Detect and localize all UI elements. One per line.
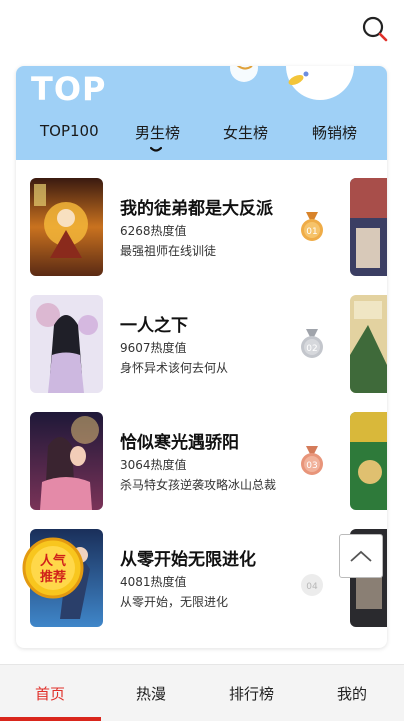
- comic-description: 最强祖师在线训徒: [120, 244, 217, 258]
- rank-circle-icon: 04: [301, 574, 323, 596]
- rank-number: 02: [306, 344, 317, 354]
- nav-mine[interactable]: 我的: [337, 683, 367, 704]
- heat-value: 3064热度值: [120, 458, 187, 472]
- next-cover-preview[interactable]: [350, 295, 387, 393]
- search-button[interactable]: [360, 14, 390, 44]
- badge-line1: 人气: [40, 553, 66, 569]
- popular-recommend-badge: 人气 推荐: [22, 537, 84, 599]
- next-cover-preview[interactable]: [350, 412, 387, 510]
- comic-cover[interactable]: [30, 412, 103, 510]
- comic-title: 一人之下: [120, 316, 188, 336]
- bronze-medal-icon: 03: [301, 446, 323, 475]
- badge-line2: 推荐: [40, 569, 66, 585]
- next-cover-preview[interactable]: [350, 178, 387, 276]
- list-item[interactable]: 一人之下 9607热度值 身怀异术该何去何从 02: [16, 277, 387, 394]
- nav-home[interactable]: 首页: [35, 683, 65, 704]
- heat-value: 6268热度值: [120, 224, 187, 238]
- tab-male[interactable]: 男生榜: [135, 122, 180, 143]
- comic-description: 身怀异术该何去何从: [120, 361, 229, 375]
- comic-title: 我的徒弟都是大反派: [120, 199, 273, 219]
- ranking-tabs: TOP100 男生榜 女生榜 畅销榜: [16, 118, 387, 160]
- comic-cover[interactable]: [30, 295, 103, 393]
- rank-number: 04: [306, 582, 318, 592]
- rank-number: 03: [306, 461, 317, 471]
- banner-title: TOP: [31, 70, 107, 108]
- scroll-to-top-button[interactable]: [339, 534, 383, 578]
- tab-bestseller[interactable]: 畅销榜: [312, 122, 357, 143]
- active-nav-indicator: [0, 717, 101, 721]
- ranking-card: TOP TOP100 男生榜 女生榜 畅销榜 我的徒弟都是大反派 6268热度值…: [16, 66, 387, 648]
- comic-cover[interactable]: [30, 178, 103, 276]
- bottom-navigation: 首页 热漫 排行榜 我的: [0, 664, 404, 721]
- chevron-up-icon: [350, 550, 372, 562]
- heat-value: 4081热度值: [120, 575, 187, 589]
- list-item[interactable]: 恰似寒光遇骄阳 3064热度值 杀马特女孩逆袭攻略冰山总裁 03: [16, 394, 387, 511]
- comic-title: 恰似寒光遇骄阳: [120, 433, 239, 453]
- tab-female[interactable]: 女生榜: [223, 122, 268, 143]
- nav-hot[interactable]: 热漫: [136, 683, 166, 704]
- search-icon: [362, 16, 388, 42]
- list-item[interactable]: 我的徒弟都是大反派 6268热度值 最强祖师在线训徒 01: [16, 160, 387, 277]
- selected-tab-indicator: [150, 146, 162, 152]
- comic-description: 杀马特女孩逆袭攻略冰山总裁: [120, 478, 277, 492]
- tab-top100[interactable]: TOP100: [40, 122, 99, 140]
- banner-decoration: [230, 66, 354, 100]
- comic-title: 从零开始无限进化: [120, 550, 256, 570]
- rank-number: 01: [306, 227, 317, 237]
- ranking-banner: TOP TOP100 男生榜 女生榜 畅销榜: [16, 66, 387, 160]
- heat-value: 9607热度值: [120, 341, 187, 355]
- comic-description: 从零开始，无限进化: [120, 595, 229, 609]
- list-item[interactable]: 人气 推荐 从零开始无限进化 4081热度值 从零开始，无限进化 04: [16, 511, 387, 628]
- nav-ranking[interactable]: 排行榜: [229, 683, 274, 704]
- gold-medal-icon: 01: [301, 212, 323, 241]
- silver-medal-icon: 02: [301, 329, 323, 358]
